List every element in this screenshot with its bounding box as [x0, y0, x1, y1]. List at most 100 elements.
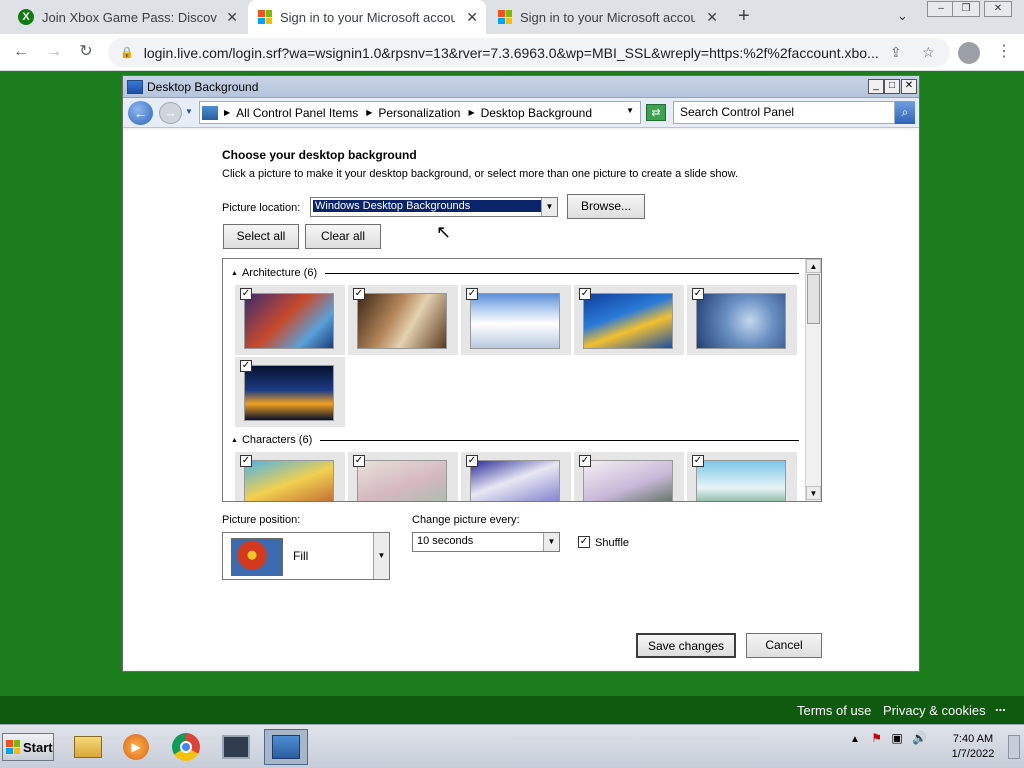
window-titlebar: Desktop Background [123, 76, 919, 98]
dialog-maximize-button[interactable]: □ [884, 79, 900, 94]
dropdown-arrow-icon[interactable]: ▼ [541, 198, 557, 216]
privacy-cookies-link[interactable]: Privacy & cookies [883, 703, 986, 718]
more-options-icon[interactable]: ... [995, 699, 1006, 714]
profile-avatar-icon[interactable] [958, 42, 980, 64]
wallpaper-thumbnail[interactable]: ✓ [461, 452, 571, 501]
browse-button[interactable]: Browse... [567, 194, 645, 219]
change-picture-every-value: 10 seconds [417, 535, 474, 547]
share-icon[interactable]: ⇪ [890, 44, 902, 61]
microsoft-icon [258, 10, 272, 24]
forward-arrow-icon[interactable]: → [43, 41, 65, 63]
start-button[interactable]: Start [2, 733, 54, 761]
search-control-panel-input[interactable]: Search Control Panel [673, 101, 895, 124]
breadcrumb-item[interactable]: ▶ All Control Panel Items [224, 106, 358, 120]
breadcrumb-item[interactable]: ▶ Personalization [366, 106, 460, 120]
save-changes-button[interactable]: Save changes [636, 633, 736, 658]
back-arrow-icon[interactable]: ← [10, 41, 32, 63]
volume-icon[interactable]: 🔊 [912, 731, 927, 745]
change-picture-every-dropdown[interactable]: 10 seconds ▼ [412, 532, 560, 552]
recent-pages-chevron-icon[interactable]: ▼ [185, 107, 193, 116]
explorer-taskbar-button[interactable] [66, 729, 110, 765]
thumbnail-checkbox[interactable]: ✓ [466, 455, 478, 467]
breadcrumb[interactable]: ▶ All Control Panel Items ▶ Personalizatio… [199, 101, 641, 124]
restore-window-button[interactable]: ❐ [952, 1, 980, 17]
thumbnail-checkbox[interactable]: ✓ [353, 455, 365, 467]
show-desktop-button[interactable] [1008, 735, 1020, 759]
thumbnail-checkbox[interactable]: ✓ [579, 455, 591, 467]
cancel-button[interactable]: Cancel [746, 633, 822, 658]
wallpaper-thumbnail[interactable]: ✓ [687, 452, 797, 501]
thumbnail-checkbox[interactable]: ✓ [692, 455, 704, 467]
clear-all-button[interactable]: Clear all [305, 224, 381, 249]
breadcrumb-item[interactable]: ▶ Desktop Background [468, 106, 592, 120]
wallpaper-thumbnail[interactable]: ✓ [235, 357, 345, 427]
tab-search-chevron-icon[interactable]: ⌄ [897, 8, 908, 24]
tab-xbox-game-pass[interactable]: X Join Xbox Game Pass: Discover Y ✕ [8, 0, 246, 34]
thumbnail-checkbox[interactable]: ✓ [240, 455, 252, 467]
picture-gallery[interactable]: ▲ Architecture (6) ✓ ✓ ✓ ✓ ✓ ✓ ▲ Charact… [222, 258, 822, 502]
group-header-architecture[interactable]: ▲ Architecture (6) [231, 267, 799, 279]
wallpaper-thumbnail[interactable]: ✓ [574, 285, 684, 355]
picture-position-dropdown[interactable]: Fill ▼ [222, 532, 390, 580]
wallpaper-thumbnail[interactable]: ✓ [461, 285, 571, 355]
collapse-caret-icon[interactable]: ▲ [231, 437, 238, 444]
dialog-minimize-button[interactable]: _ [868, 79, 884, 94]
thumbnail-checkbox[interactable]: ✓ [240, 288, 252, 300]
dropdown-arrow-icon[interactable]: ▼ [373, 533, 389, 579]
task-manager-taskbar-button[interactable] [214, 729, 258, 765]
close-tab-icon[interactable]: ✕ [466, 9, 478, 26]
control-panel-taskbar-button[interactable] [264, 729, 308, 765]
wallpaper-image [470, 460, 560, 501]
network-icon[interactable]: ▣ [891, 731, 902, 745]
new-tab-button[interactable]: + [738, 5, 750, 28]
thumbnail-checkbox[interactable]: ✓ [579, 288, 591, 300]
tab-microsoft-signin[interactable]: Sign in to your Microsoft accoun ✕ [488, 0, 726, 34]
close-tab-icon[interactable]: ✕ [226, 9, 238, 26]
search-icon[interactable]: ⌕ [895, 101, 915, 124]
wallpaper-thumbnail[interactable]: ✓ [235, 285, 345, 355]
wallpaper-thumbnail[interactable]: ✓ [348, 285, 458, 355]
select-all-button[interactable]: Select all [223, 224, 299, 249]
browser-menu-icon[interactable]: ⋮ [996, 41, 1012, 61]
thumbnail-checkbox[interactable]: ✓ [692, 288, 704, 300]
wallpaper-thumbnail[interactable]: ✓ [687, 285, 797, 355]
group-header-characters[interactable]: ▲ Characters (6) [231, 434, 799, 446]
shuffle-checkbox[interactable]: ✓ [578, 536, 590, 548]
wallpaper-image [696, 460, 786, 501]
back-arrow-icon[interactable]: ← [128, 101, 153, 125]
media-player-taskbar-button[interactable]: ▶ [114, 729, 158, 765]
bookmark-star-icon[interactable]: ☆ [922, 44, 935, 61]
thumbnail-checkbox[interactable]: ✓ [240, 360, 252, 372]
terms-of-use-link[interactable]: Terms of use [797, 703, 871, 718]
wallpaper-thumbnail[interactable]: ✓ [574, 452, 684, 501]
collapse-caret-icon[interactable]: ▲ [231, 270, 238, 277]
address-dropdown-icon[interactable]: ▼ [626, 106, 634, 115]
wallpaper-thumbnail[interactable]: ✓ [348, 452, 458, 501]
scrollbar-thumb[interactable] [807, 274, 820, 324]
close-window-button[interactable]: ✕ [984, 1, 1012, 17]
minimize-window-button[interactable]: – [927, 1, 955, 17]
windows-taskbar: Start ▶ ▲ ⚑ ▣ 🔊 7:40 AM 1/7/2022 [0, 724, 1024, 768]
wallpaper-thumbnail[interactable]: ✓ [235, 452, 345, 501]
url-text: login.live.com/login.srf?wa=wsignin1.0&r… [143, 44, 879, 61]
thumbnail-checkbox[interactable]: ✓ [466, 288, 478, 300]
action-center-flag-icon[interactable]: ⚑ [871, 731, 882, 745]
dropdown-arrow-icon[interactable]: ▼ [543, 533, 559, 551]
reload-icon[interactable]: ↻ [75, 41, 97, 63]
dialog-close-button[interactable]: ✕ [901, 79, 917, 94]
chrome-taskbar-button[interactable] [164, 729, 208, 765]
system-clock[interactable]: 7:40 AM 1/7/2022 [948, 732, 998, 762]
control-panel-icon [202, 105, 218, 120]
thumbnail-checkbox[interactable]: ✓ [353, 288, 365, 300]
scroll-down-arrow-icon[interactable]: ▼ [806, 486, 821, 500]
scroll-up-arrow-icon[interactable]: ▲ [806, 259, 821, 273]
tab-microsoft-signin-active[interactable]: Sign in to your Microsoft accoun ✕ [248, 0, 486, 34]
show-hidden-icons-icon[interactable]: ▲ [850, 734, 860, 745]
address-bar[interactable]: 🔒 login.live.com/login.srf?wa=wsignin1.0… [108, 38, 950, 67]
picture-location-dropdown[interactable]: Windows Desktop Backgrounds ▼ [310, 197, 558, 217]
forward-arrow-icon[interactable]: → [159, 102, 182, 124]
refresh-icon[interactable]: ⇄ [646, 104, 666, 121]
gallery-scrollbar[interactable]: ▲ ▼ [805, 259, 821, 501]
chevron-right-icon: ▶ [468, 108, 475, 117]
close-tab-icon[interactable]: ✕ [706, 9, 718, 26]
